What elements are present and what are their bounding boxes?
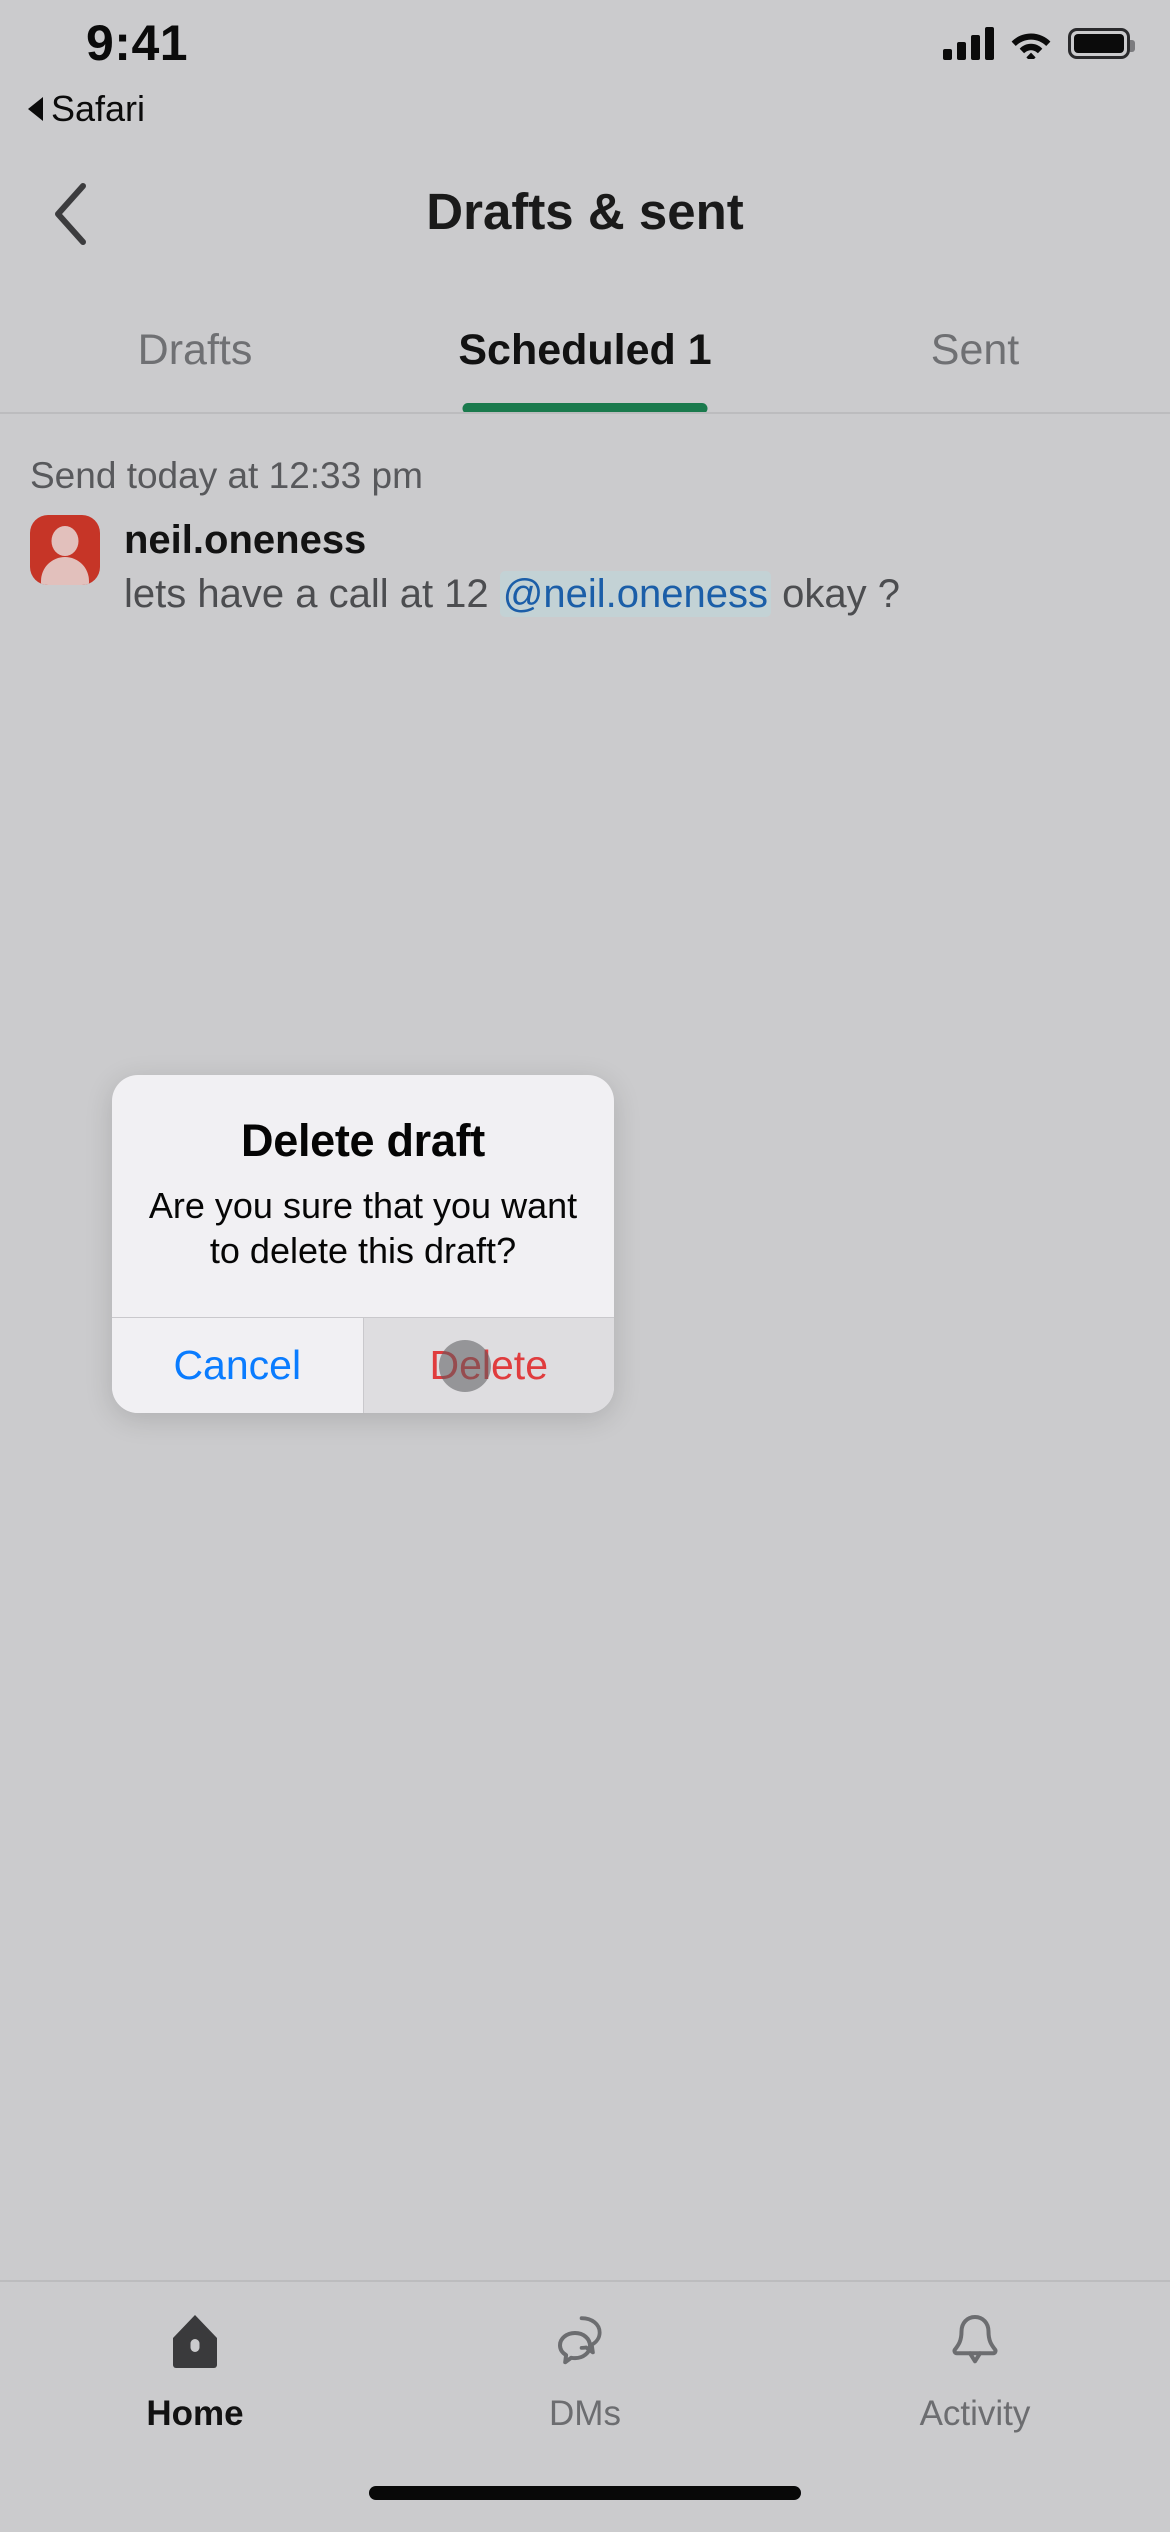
alert-button-row: Cancel Delete	[112, 1317, 614, 1413]
status-bar-icons	[943, 26, 1135, 63]
alert-message: Are you sure that you want to delete thi…	[148, 1185, 578, 1271]
tab-sent[interactable]: Sent	[780, 286, 1170, 414]
tabbar-item-home-label: Home	[146, 2394, 244, 2433]
mention-chip[interactable]: @neil.oneness	[499, 571, 771, 618]
send-time-label: Send today at 12:33 pm	[30, 455, 423, 496]
tabbar-item-dms[interactable]: DMs	[390, 2304, 780, 2452]
wifi-icon	[1010, 27, 1052, 63]
bottom-tab-bar: Home DMs Activity	[0, 2280, 1170, 2532]
draft-text-part-1: lets have a call at 12	[124, 572, 500, 617]
tab-drafts-label: Drafts	[137, 325, 253, 374]
bottom-tab-bar-items: Home DMs Activity	[0, 2282, 1170, 2452]
tabbar-item-home[interactable]: Home	[0, 2304, 390, 2452]
tabbar-item-activity-label: Activity	[919, 2394, 1031, 2433]
draft-text-part-3: okay ?	[782, 572, 900, 617]
tabbar-item-dms-label: DMs	[549, 2394, 621, 2433]
avatar-head-shape	[51, 526, 79, 556]
draft-message-text: lets have a call at 12 @neil.oneness oka…	[124, 570, 1034, 619]
home-indicator[interactable]	[369, 2486, 801, 2500]
phone-screen: 9:41 Safari Drafts & sent Drafts Schedul…	[0, 0, 1170, 2532]
alert-title: Delete draft	[241, 1115, 485, 1166]
tab-scheduled[interactable]: Scheduled 1	[390, 286, 780, 414]
bell-icon	[939, 2304, 1011, 2378]
delete-draft-alert: Delete draft Are you sure that you want …	[112, 1075, 614, 1413]
page-title: Drafts & sent	[426, 183, 744, 240]
avatar	[30, 515, 100, 585]
alert-content: Delete draft Are you sure that you want …	[112, 1075, 614, 1317]
delete-button[interactable]: Delete	[362, 1318, 614, 1413]
status-bar-time: 9:41	[86, 15, 189, 71]
tab-sent-label: Sent	[930, 325, 1020, 374]
back-to-safari-link[interactable]: Safari	[28, 88, 145, 130]
cancel-button[interactable]: Cancel	[112, 1318, 363, 1413]
tabbar-item-activity[interactable]: Activity	[780, 2304, 1170, 2452]
cellular-signal-icon	[943, 26, 994, 60]
draft-list-item[interactable]: neil.oneness lets have a call at 12 @nei…	[30, 515, 1140, 619]
tab-scheduled-label: Scheduled 1	[458, 325, 712, 374]
avatar-body-shape	[41, 557, 89, 585]
chat-bubbles-icon	[549, 2304, 621, 2378]
battery-icon	[1068, 27, 1135, 59]
back-app-label: Safari	[51, 88, 146, 129]
draft-username: neil.oneness	[124, 518, 367, 562]
back-triangle-icon	[28, 97, 43, 121]
status-bar: 9:41 Safari	[0, 0, 1170, 129]
tabs-divider	[0, 412, 1170, 414]
navigation-bar: Drafts & sent	[0, 160, 1170, 270]
draft-text-part-2	[771, 572, 782, 616]
draft-message-body: neil.oneness lets have a call at 12 @nei…	[124, 515, 1140, 619]
tab-drafts[interactable]: Drafts	[0, 286, 390, 414]
segmented-tabs: Drafts Scheduled 1 Sent	[0, 286, 1170, 414]
tap-cursor-indicator	[438, 1339, 491, 1392]
cancel-button-label: Cancel	[173, 1342, 302, 1388]
home-icon	[159, 2304, 231, 2378]
